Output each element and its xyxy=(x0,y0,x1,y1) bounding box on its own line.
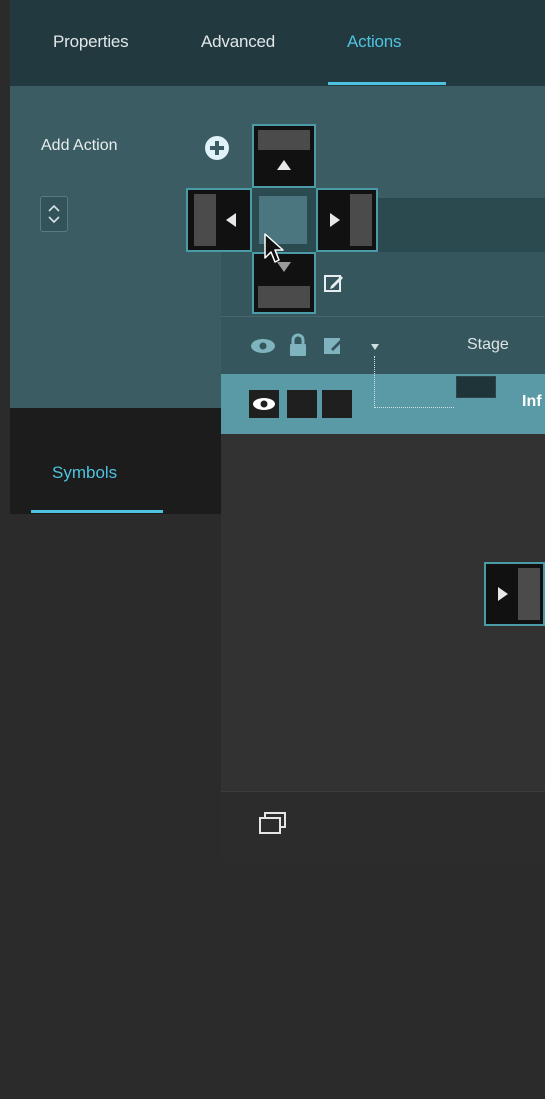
dock-guide-right-bar xyxy=(350,194,372,246)
layer-visibility-toggle[interactable] xyxy=(249,390,279,418)
eye-icon[interactable] xyxy=(250,337,276,355)
tree-connector-vertical xyxy=(374,356,375,408)
layer-edit-toggle[interactable] xyxy=(322,390,352,418)
edit-icon[interactable] xyxy=(322,272,346,296)
arrow-right-icon xyxy=(330,213,340,227)
tab-properties[interactable]: Properties xyxy=(53,32,129,52)
lock-icon[interactable] xyxy=(288,333,308,357)
dock-guide-top[interactable] xyxy=(252,124,316,188)
tab-advanced[interactable]: Advanced xyxy=(201,32,275,52)
arrow-up-icon xyxy=(277,160,291,170)
symbols-panel-header xyxy=(10,408,221,514)
eye-icon xyxy=(253,398,275,410)
layer-name[interactable]: Inf xyxy=(522,393,542,411)
dock-guide-left[interactable] xyxy=(186,188,252,252)
add-action-button[interactable] xyxy=(205,136,229,160)
active-tab-indicator xyxy=(328,82,446,85)
layer-thumbnail xyxy=(456,376,496,398)
arrow-left-icon xyxy=(226,213,236,227)
layer-lock-toggle[interactable] xyxy=(287,390,317,418)
tab-actions[interactable]: Actions xyxy=(347,32,402,52)
dock-guide-right[interactable] xyxy=(316,188,378,252)
dock-guide-bottom-bar xyxy=(258,286,310,308)
symbols-tab-indicator xyxy=(31,510,163,513)
pointer-cursor-icon xyxy=(264,233,284,263)
action-stepper[interactable] xyxy=(40,196,68,232)
up-down-stepper-icon xyxy=(48,204,60,224)
stage-label: Stage xyxy=(467,336,509,353)
arrow-right-icon xyxy=(498,587,508,601)
edit-column-icon[interactable] xyxy=(322,334,346,358)
stacked-windows-icon[interactable] xyxy=(256,810,290,836)
tab-symbols[interactable]: Symbols xyxy=(52,463,117,483)
dock-guide-top-bar xyxy=(258,130,310,150)
disclosure-triangle-icon[interactable] xyxy=(370,343,380,351)
add-action-label: Add Action xyxy=(41,137,118,154)
tree-connector-horizontal xyxy=(374,407,454,408)
dock-guide-right-edge-bar xyxy=(518,568,540,620)
dock-guide-left-bar xyxy=(194,194,216,246)
dock-guide-right-edge[interactable] xyxy=(484,562,545,626)
